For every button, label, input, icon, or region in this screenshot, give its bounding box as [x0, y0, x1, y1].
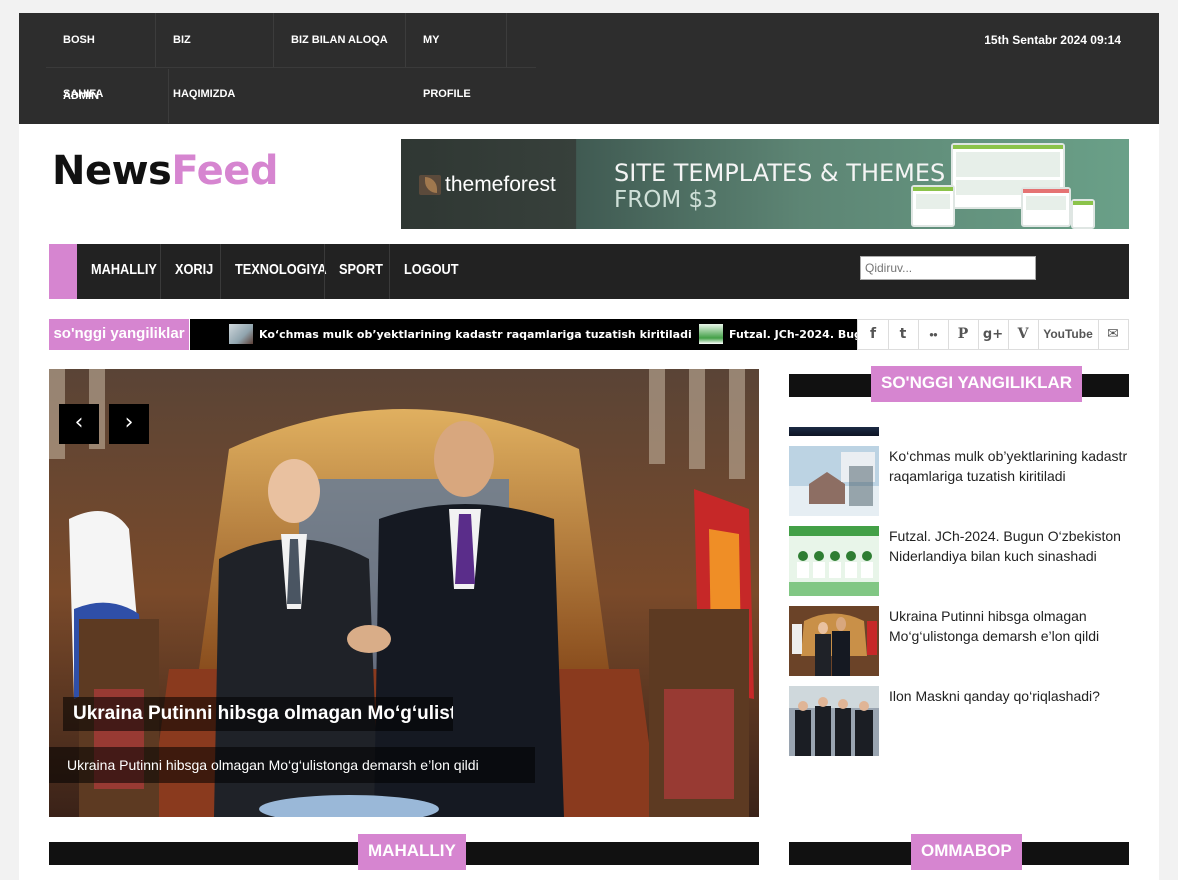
- nav-divider: [160, 244, 161, 299]
- ticker-item[interactable]: Futzal. JCh-2024. Bugun: [729, 319, 857, 350]
- nav-sport[interactable]: SPORT: [339, 244, 383, 299]
- laptop-mockup: [1021, 187, 1071, 227]
- nav-divider: [220, 244, 221, 299]
- search-input[interactable]: [860, 256, 1036, 280]
- top-nav-home[interactable]: BOSH SAHIFA: [46, 13, 156, 100]
- banner-price: FROM $3: [614, 187, 718, 213]
- latest-news-item[interactable]: Ukraina Putinni hibsga olmagan Mo‘g‘ulis…: [789, 606, 1129, 678]
- current-datetime: 15th Sentabr 2024 09:14: [984, 33, 1121, 47]
- popular-section-heading: OMMABOP: [911, 834, 1022, 870]
- ticker-track: Ko‘chmas mulk ob’yektlarining kadastr ra…: [190, 319, 857, 350]
- site-logo[interactable]: NewsFeed: [52, 148, 278, 194]
- nav-divider: [389, 244, 390, 299]
- facebook-icon[interactable]: f: [858, 320, 889, 349]
- news-thumb: [789, 446, 879, 516]
- top-nav-profile[interactable]: MY PROFILE: [406, 13, 507, 100]
- slider-title[interactable]: Ukraina Putinni hibsga olmagan Mo‘g‘ulis…: [63, 697, 453, 731]
- latest-news-item[interactable]: Ilon Maskni qanday qo‘riqlashadi?: [789, 686, 1129, 758]
- news-ticker: so'nggi yangiliklar Ko‘chmas mulk ob’yek…: [49, 319, 1129, 350]
- nav-xorij[interactable]: XORIJ: [175, 244, 213, 299]
- mail-icon[interactable]: ✉: [1098, 320, 1128, 349]
- slider-prev-button[interactable]: ‹: [59, 404, 99, 444]
- ad-banner[interactable]: themeforest SITE TEMPLATES & THEMES FROM…: [401, 139, 1129, 229]
- news-title[interactable]: Ilon Maskni qanday qo‘riqlashadi?: [889, 686, 1133, 706]
- news-thumb-partial: [789, 427, 879, 436]
- featured-slider[interactable]: ‹ › Ukraina Putinni hibsga olmagan Mo‘g‘…: [49, 369, 759, 817]
- banner-brand: themeforest: [445, 173, 556, 196]
- banner-headline: SITE TEMPLATES & THEMES: [614, 159, 946, 187]
- top-nav-contact[interactable]: BIZ BILAN ALOQA: [274, 13, 406, 67]
- news-title[interactable]: Futzal. JCh-2024. Bugun O‘zbekiston Nide…: [889, 526, 1133, 566]
- latest-news-heading: SO'NGGI YANGILIKLAR: [871, 366, 1083, 402]
- ticker-item[interactable]: Ko‘chmas mulk ob’yektlarining kadastr ra…: [259, 319, 692, 350]
- ticker-thumb: [699, 324, 723, 344]
- google-plus-icon[interactable]: g+: [978, 320, 1009, 349]
- local-section-heading: MAHALLIY: [358, 834, 466, 870]
- top-nav-admin[interactable]: ADMIN SAHIFASI: [46, 69, 169, 156]
- news-thumb: [789, 606, 879, 676]
- latest-news-header: SO'NGGI YANGILIKLAR: [789, 366, 1129, 402]
- local-section-header: MAHALLIY: [49, 834, 759, 870]
- ticker-label: so'nggi yangiliklar: [49, 319, 189, 350]
- themeforest-logo: themeforest: [419, 173, 556, 197]
- main-nav-accent: [49, 244, 77, 299]
- logo-part-news: News: [52, 148, 172, 194]
- news-title[interactable]: Ko‘chmas mulk ob’yektlarining kadastr ra…: [889, 446, 1133, 486]
- logo-part-feed: Feed: [171, 148, 278, 194]
- news-thumb: [789, 526, 879, 596]
- youtube-icon[interactable]: YouTube: [1038, 320, 1099, 349]
- slider-next-button[interactable]: ›: [109, 404, 149, 444]
- devices-illustration: [911, 143, 1101, 229]
- latest-news-item[interactable]: Ko‘chmas mulk ob’yektlarining kadastr ra…: [789, 446, 1129, 518]
- flickr-icon[interactable]: ●●: [918, 320, 949, 349]
- popular-section-header: OMMABOP: [789, 834, 1129, 870]
- social-links: f t ●● P g+ V YouTube ✉: [857, 319, 1129, 350]
- top-bar: BOSH SAHIFA BIZ HAQIMIZDA BIZ BILAN ALOQ…: [19, 13, 1159, 156]
- pinterest-icon[interactable]: P: [948, 320, 979, 349]
- page: BOSH SAHIFA BIZ HAQIMIZDA BIZ BILAN ALOQ…: [19, 13, 1159, 880]
- nav-divider: [324, 244, 325, 299]
- nav-logout[interactable]: LOGOUT: [404, 244, 459, 299]
- leaf-icon: [419, 175, 441, 195]
- top-nav-about[interactable]: BIZ HAQIMIZDA: [156, 13, 274, 100]
- phone-mockup: [1071, 199, 1095, 229]
- main-nav: MAHALLIY XORIJ TEXNOLOGIYA SPORT LOGOUT: [49, 244, 1129, 299]
- tablet-mockup: [911, 185, 955, 227]
- slider-subtitle: Ukraina Putinni hibsga olmagan Mo‘g‘ulis…: [49, 747, 535, 783]
- top-nav-divider: [46, 67, 536, 68]
- twitter-icon[interactable]: t: [888, 320, 919, 349]
- vimeo-icon[interactable]: V: [1008, 320, 1039, 349]
- nav-texnologiya[interactable]: TEXNOLOGIYA: [235, 244, 327, 299]
- ticker-thumb: [229, 324, 253, 344]
- news-thumb: [789, 686, 879, 756]
- nav-mahalliy[interactable]: MAHALLIY: [91, 244, 157, 299]
- news-title[interactable]: Ukraina Putinni hibsga olmagan Mo‘g‘ulis…: [889, 606, 1133, 646]
- latest-news-item[interactable]: Futzal. JCh-2024. Bugun O‘zbekiston Nide…: [789, 526, 1129, 598]
